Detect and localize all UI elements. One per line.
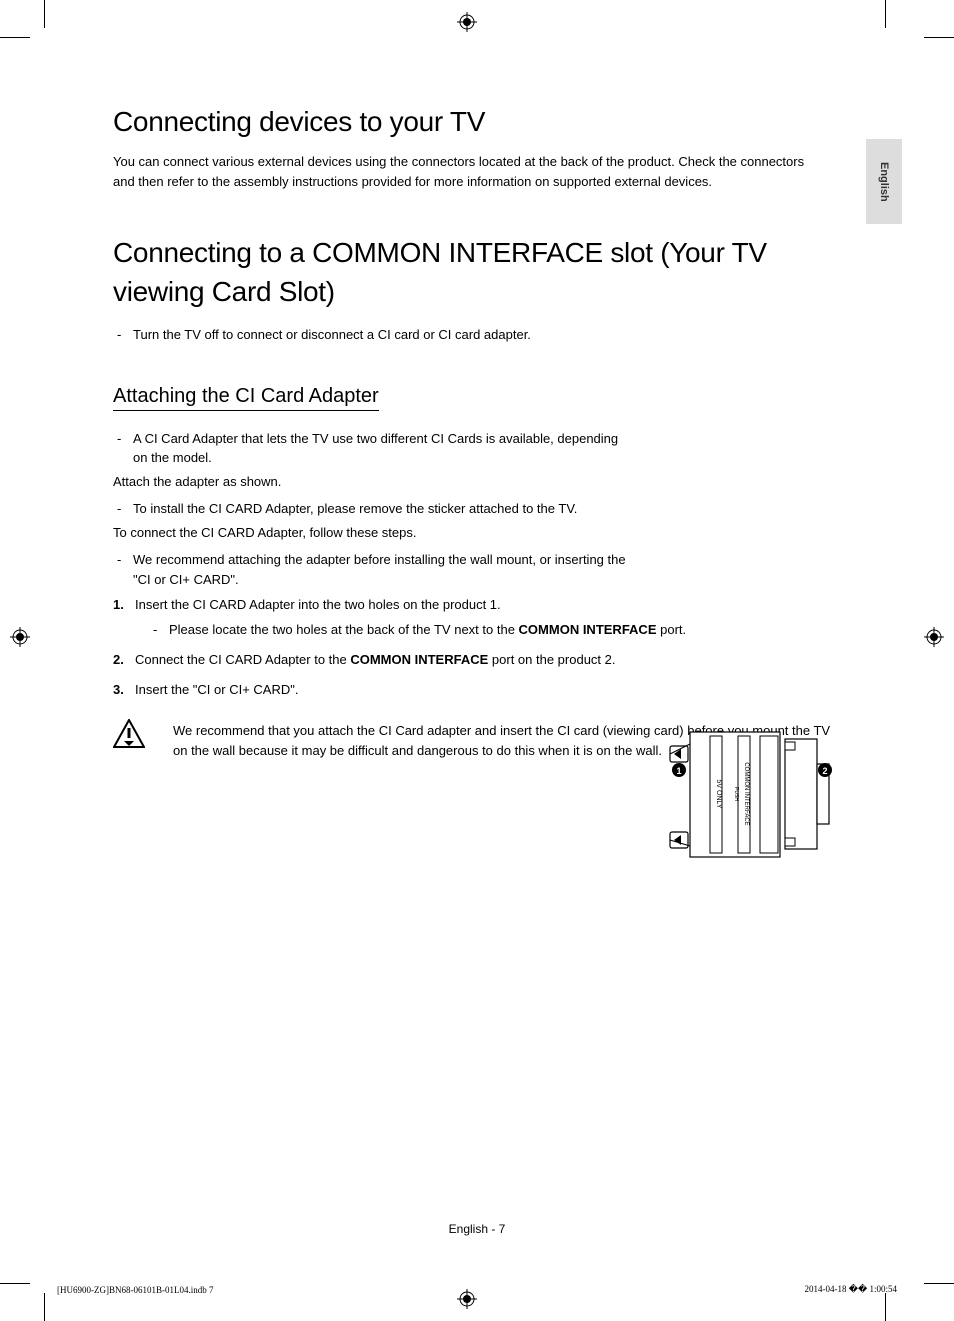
body-text: To connect the CI CARD Adapter, follow t… bbox=[113, 523, 629, 543]
footer-timestamp: 2014-04-18 �� 1:00:54 bbox=[805, 1284, 897, 1295]
list-item: To install the CI CARD Adapter, please r… bbox=[117, 499, 629, 519]
diagram-label-ci: COMMON INTERFACE bbox=[743, 762, 749, 825]
crop-mark bbox=[44, 1293, 45, 1321]
left-column: A CI Card Adapter that lets the TV use t… bbox=[113, 429, 629, 590]
crop-mark bbox=[924, 1283, 954, 1284]
ci-note-list: Turn the TV off to connect or disconnect… bbox=[113, 325, 843, 345]
svg-text:2: 2 bbox=[822, 766, 827, 776]
heading-common-interface: Connecting to a COMMON INTERFACE slot (Y… bbox=[113, 233, 843, 311]
list-item: A CI Card Adapter that lets the TV use t… bbox=[117, 429, 629, 468]
intro-paragraph: You can connect various external devices… bbox=[113, 152, 813, 191]
step-2: Connect the CI CARD Adapter to the COMMO… bbox=[113, 650, 843, 671]
step-3: Insert the "CI or CI+ CARD". bbox=[113, 680, 843, 701]
page-number: English - 7 bbox=[0, 1222, 954, 1236]
diagram-label-5v: 5V ONLY bbox=[715, 779, 722, 808]
svg-text:1: 1 bbox=[676, 766, 681, 776]
crop-mark bbox=[885, 0, 886, 28]
installation-steps: Insert the CI CARD Adapter into the two … bbox=[113, 595, 843, 701]
language-tab-label: English bbox=[878, 162, 890, 202]
list-item: Turn the TV off to connect or disconnect… bbox=[117, 325, 843, 345]
diagram-label-push: PUSH bbox=[733, 787, 739, 801]
step-1: Insert the CI CARD Adapter into the two … bbox=[113, 595, 843, 639]
crop-mark bbox=[44, 0, 45, 28]
crop-mark bbox=[0, 37, 30, 38]
ci-adapter-diagram: 1 2 5V ONLY COMMON INTERFACE bbox=[665, 724, 835, 869]
list-item: We recommend attaching the adapter befor… bbox=[117, 550, 629, 589]
list-item: Please locate the two holes at the back … bbox=[153, 620, 843, 640]
crop-mark bbox=[885, 1293, 886, 1321]
language-tab: English bbox=[866, 139, 902, 224]
crop-mark bbox=[924, 37, 954, 38]
registration-mark-icon bbox=[10, 627, 30, 647]
registration-mark-icon bbox=[457, 12, 477, 32]
page-content: Connecting devices to your TV You can co… bbox=[113, 106, 843, 760]
registration-mark-icon bbox=[924, 627, 944, 647]
step-text: Insert the CI CARD Adapter into the two … bbox=[135, 597, 501, 612]
warning-icon bbox=[113, 719, 145, 749]
crop-mark bbox=[0, 1283, 30, 1284]
heading-connecting-devices: Connecting devices to your TV bbox=[113, 106, 843, 138]
registration-mark-icon bbox=[457, 1289, 477, 1309]
body-text: Attach the adapter as shown. bbox=[113, 472, 629, 492]
subheading-attaching-adapter: Attaching the CI Card Adapter bbox=[113, 385, 379, 411]
footer-filename: [HU6900-ZG]BN68-06101B-01L04.indb 7 bbox=[57, 1285, 214, 1295]
